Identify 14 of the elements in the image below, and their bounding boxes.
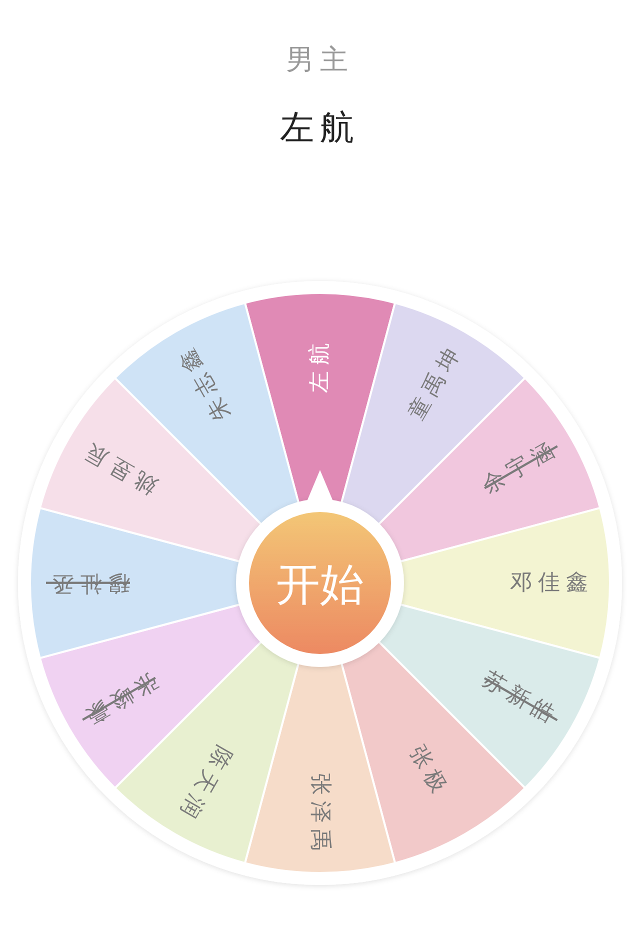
category-label: 男主 (286, 42, 354, 78)
segment-name: 张极 (404, 741, 454, 802)
segment-name: 左航 (308, 337, 332, 393)
segment-name: 童禹坤 (404, 339, 468, 425)
segment-name: 穆祉丞 (46, 570, 130, 596)
segment-name: 余宇涵 (478, 435, 564, 499)
segment-name: 姚昱辰 (76, 435, 162, 499)
segment-name: 陈天润 (172, 741, 236, 827)
segment-name: 张峻豪 (76, 667, 162, 731)
segment-name: 张泽禹 (308, 773, 332, 857)
segment-name: 邓佳鑫 (510, 570, 594, 596)
segment-name: 朱志鑫 (172, 339, 236, 425)
result-name: 左航 (280, 107, 360, 150)
segment-name: 苏新皓 (478, 667, 564, 731)
